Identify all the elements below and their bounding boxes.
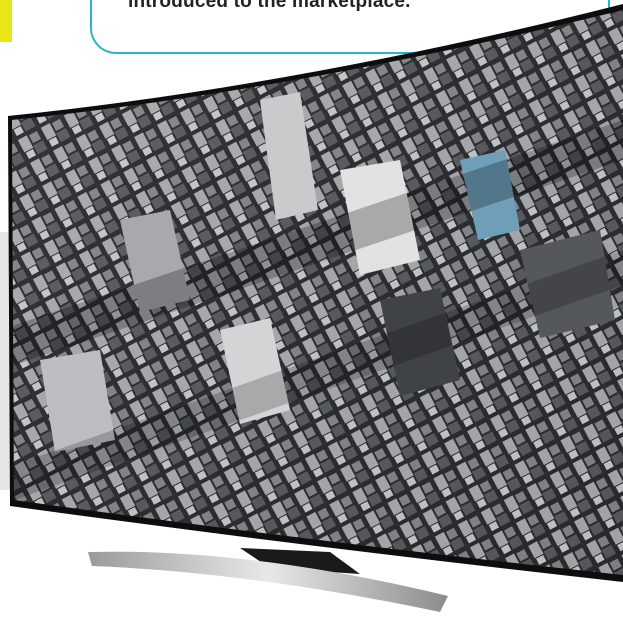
tv-screen xyxy=(12,10,623,575)
curved-tv-icon xyxy=(8,4,623,612)
